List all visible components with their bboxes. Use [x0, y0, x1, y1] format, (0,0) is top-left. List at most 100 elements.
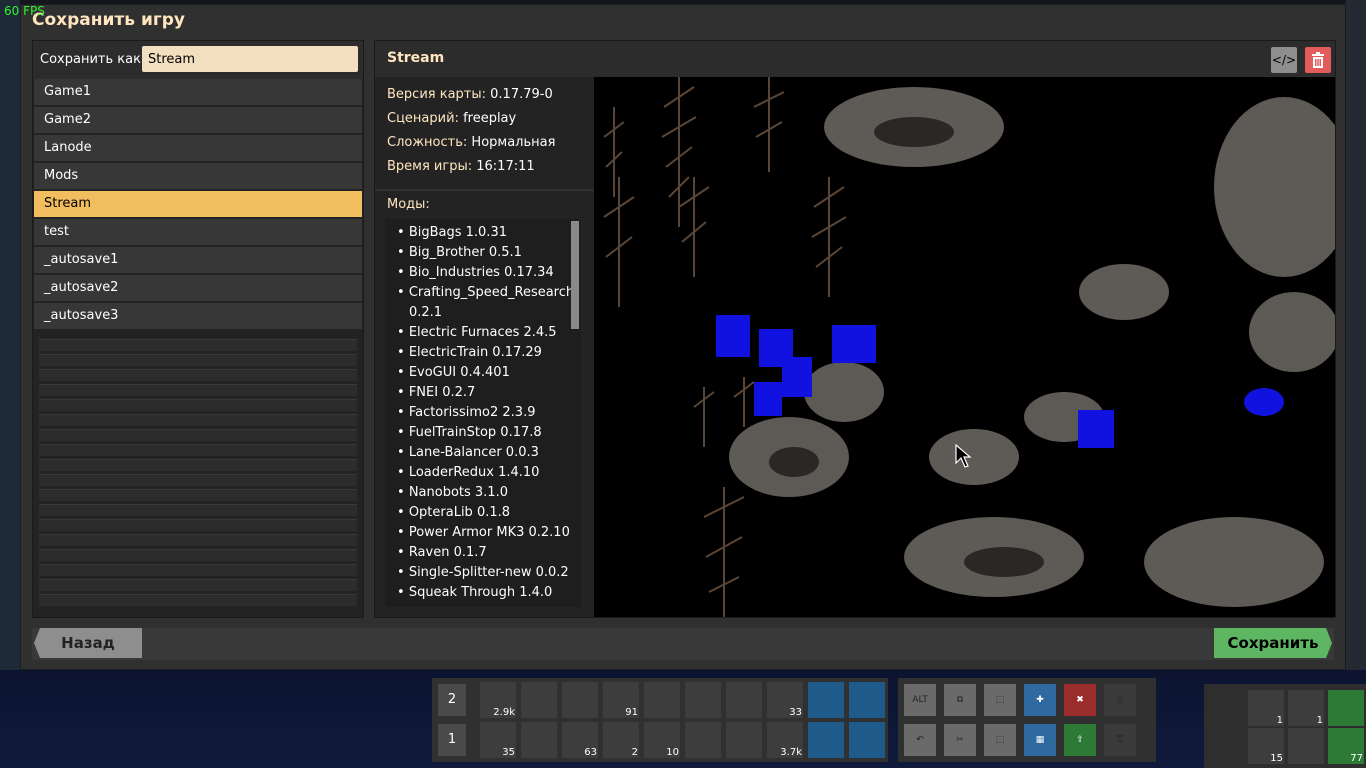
ammo-slot[interactable]: [1288, 728, 1324, 764]
save-item-lanode[interactable]: Lanode: [34, 135, 362, 161]
dialog-title: Сохранить игру: [32, 10, 185, 30]
tool-button[interactable]: ⚿: [1104, 724, 1136, 756]
blueprint-book-button[interactable]: ▦: [1024, 724, 1056, 756]
empty-save-slot: [39, 339, 357, 351]
save-list: Game1 Game2 Lanode Mods Stream test _aut…: [33, 79, 363, 609]
quickbar-slot[interactable]: [808, 722, 844, 758]
save-item-game2[interactable]: Game2: [34, 107, 362, 133]
quickbar-slot[interactable]: 2: [603, 722, 639, 758]
mod-item: Bio_Industries 0.17.34: [391, 263, 581, 283]
empty-save-slot: [39, 444, 357, 456]
quickbar: 2 1 2.9k 91 33 35 63 2 10 3.7k: [432, 678, 888, 762]
quickbar-slot[interactable]: 3.7k: [767, 722, 803, 758]
copy-button[interactable]: ⧉: [944, 684, 976, 716]
info-divider: [375, 189, 594, 191]
upgrade-icon: ⇧: [1076, 735, 1084, 745]
save-item-test[interactable]: test: [34, 219, 362, 245]
save-item-autosave3[interactable]: _autosave3: [34, 303, 362, 329]
quickbar-slot[interactable]: 35: [480, 722, 516, 758]
toggle-button[interactable]: ▯: [1104, 684, 1136, 716]
quickbar-row-2-selector[interactable]: 2: [438, 684, 466, 716]
quickbar-slot[interactable]: [726, 682, 762, 718]
mod-item: EvoGUI 0.4.401: [391, 363, 581, 383]
quickbar-slot[interactable]: 2.9k: [480, 682, 516, 718]
quickbar-slot[interactable]: [849, 682, 885, 718]
mods-list: BigBags 1.0.31 Big_Brother 0.5.1 Bio_Ind…: [385, 219, 581, 607]
empty-save-slot: [39, 549, 357, 561]
quickbar-slot[interactable]: 10: [644, 722, 680, 758]
slot-count: 10: [666, 747, 679, 758]
quickbar-slot[interactable]: 63: [562, 722, 598, 758]
empty-save-slot: [39, 534, 357, 546]
playtime-value: 16:17:11: [476, 159, 535, 174]
quickbar-slot[interactable]: [521, 682, 557, 718]
weapon-slot[interactable]: 1: [1288, 690, 1324, 726]
weapon-slot[interactable]: 1: [1248, 690, 1284, 726]
save-item-game1[interactable]: Game1: [34, 79, 362, 105]
mods-scrollbar[interactable]: [571, 221, 579, 329]
quickbar-slot[interactable]: [644, 682, 680, 718]
quickbar-slot[interactable]: [562, 682, 598, 718]
mod-item: FNEI 0.2.7: [391, 383, 581, 403]
cut-button[interactable]: ✂: [944, 724, 976, 756]
mod-item: OpteraLib 0.1.8: [391, 503, 581, 523]
save-item-stream[interactable]: Stream: [34, 191, 362, 217]
ammo-slot[interactable]: 15: [1248, 728, 1284, 764]
quickbar-slot[interactable]: [726, 722, 762, 758]
save-button[interactable]: Сохранить: [1214, 628, 1332, 658]
quickbar-slot[interactable]: [808, 682, 844, 718]
undo-button[interactable]: ↶: [904, 724, 936, 756]
empty-save-slot: [39, 519, 357, 531]
slot-count: 91: [625, 707, 638, 718]
weapon-slot[interactable]: [1328, 690, 1364, 726]
scenario-row: Сценарий: freeplay: [387, 111, 516, 126]
mod-item: Power Armor MK3 0.2.10: [391, 523, 581, 543]
quickbar-slot[interactable]: [521, 722, 557, 758]
slot-count: 33: [789, 707, 802, 718]
mod-item: Factorissimo2 2.3.9: [391, 403, 581, 423]
deconstruction-button[interactable]: ✖: [1064, 684, 1096, 716]
scenario-value: freeplay: [463, 111, 517, 126]
slot-count: 63: [584, 747, 597, 758]
back-button[interactable]: Назад: [34, 628, 142, 658]
quickbar-slot[interactable]: [685, 722, 721, 758]
save-as-label: Сохранить как: [40, 52, 141, 67]
mod-item: Raven 0.1.7: [391, 543, 581, 563]
delete-button[interactable]: [1305, 47, 1331, 73]
upgrade-planner-button[interactable]: ⇧: [1064, 724, 1096, 756]
alt-mode-button[interactable]: ALT: [904, 684, 936, 716]
ammo-slot[interactable]: 77: [1328, 728, 1364, 764]
mod-item: ElectricTrain 0.17.29: [391, 343, 581, 363]
paste-button[interactable]: ⬚: [984, 724, 1016, 756]
map-preview: [594, 77, 1335, 617]
slot-count: 35: [502, 747, 515, 758]
quickbar-slot[interactable]: [849, 722, 885, 758]
save-item-autosave2[interactable]: _autosave2: [34, 275, 362, 301]
save-name-input[interactable]: [142, 46, 358, 72]
blueprint-select-button[interactable]: ⬚: [984, 684, 1016, 716]
mod-item: Crafting_Speed_Research 0.2.1: [391, 283, 581, 323]
blueprint-button[interactable]: ✚: [1024, 684, 1056, 716]
slot-count: 3.7k: [780, 747, 802, 758]
quickbar-slot[interactable]: 91: [603, 682, 639, 718]
preview-header: Stream </>: [375, 41, 1335, 77]
mod-item: LoaderRedux 1.4.10: [391, 463, 581, 483]
quickbar-row-1-selector[interactable]: 1: [438, 724, 466, 756]
quickbar-slot[interactable]: 33: [767, 682, 803, 718]
game-background-left: [0, 0, 20, 768]
lock-icon: ▯: [1117, 695, 1123, 705]
quickbar-slot[interactable]: [685, 682, 721, 718]
playtime-row: Время игры: 16:17:11: [387, 159, 535, 174]
code-icon: </>: [1271, 53, 1297, 67]
difficulty-key: Сложность:: [387, 135, 468, 150]
mod-item: Single-Splitter-new 0.0.2: [391, 563, 581, 583]
paste-icon: ⬚: [995, 735, 1005, 745]
dialog-button-bar: Назад Сохранить: [32, 628, 1334, 660]
shortcut-bar: ALT ⧉ ⬚ ✚ ✖ ▯ ↶ ✂ ⬚ ▦ ⇧ ⚿: [898, 678, 1156, 762]
empty-save-slot: [39, 474, 357, 486]
code-button[interactable]: </>: [1271, 47, 1297, 73]
save-item-mods[interactable]: Mods: [34, 163, 362, 189]
save-item-autosave1[interactable]: _autosave1: [34, 247, 362, 273]
empty-save-slot: [39, 399, 357, 411]
ammo-count: 77: [1350, 753, 1363, 764]
